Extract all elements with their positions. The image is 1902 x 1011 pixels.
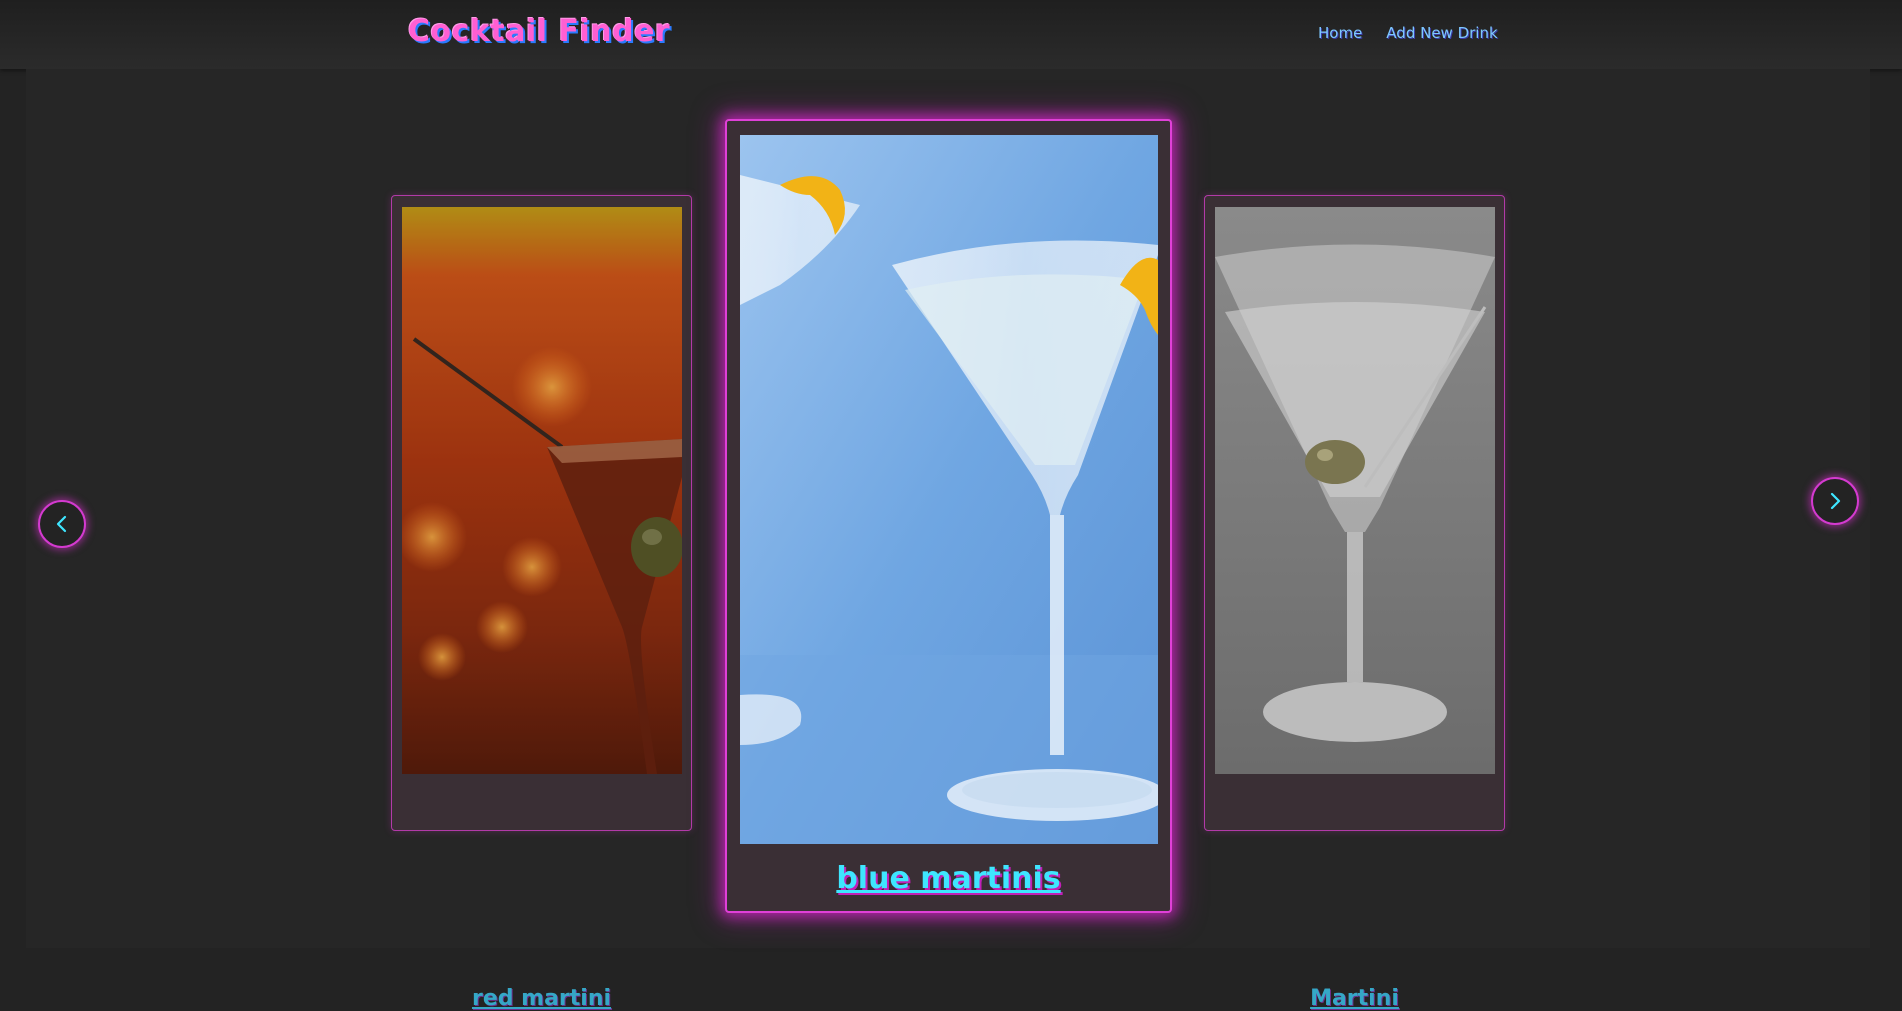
drink-card-martini[interactable]: Martini xyxy=(1204,195,1505,1011)
brand-logo[interactable]: Cocktail Finder xyxy=(408,14,670,49)
drink-card-red-martini[interactable]: red martini xyxy=(391,195,692,1011)
nav-link-home[interactable]: Home xyxy=(1318,24,1362,42)
nav-link-add-new-drink[interactable]: Add New Drink xyxy=(1386,24,1497,42)
carousel-prev-button[interactable] xyxy=(38,500,86,548)
drink-card-blue-martinis[interactable]: blue martinis xyxy=(725,119,1172,913)
drink-image-red-martini xyxy=(402,207,682,774)
top-navbar: Cocktail Finder Home Add New Drink xyxy=(0,0,1902,69)
drink-image-blue-martinis xyxy=(740,135,1158,844)
nav-links: Home Add New Drink xyxy=(1318,24,1498,42)
carousel-next-button[interactable] xyxy=(1811,477,1859,525)
drink-name-blue-martinis[interactable]: blue martinis xyxy=(727,861,1170,896)
drink-image-martini xyxy=(1215,207,1495,774)
chevron-right-icon xyxy=(1830,492,1841,510)
drink-name-red-martini[interactable]: red martini xyxy=(392,986,691,1011)
chevron-left-icon xyxy=(56,515,67,533)
drink-name-martini[interactable]: Martini xyxy=(1205,986,1504,1011)
